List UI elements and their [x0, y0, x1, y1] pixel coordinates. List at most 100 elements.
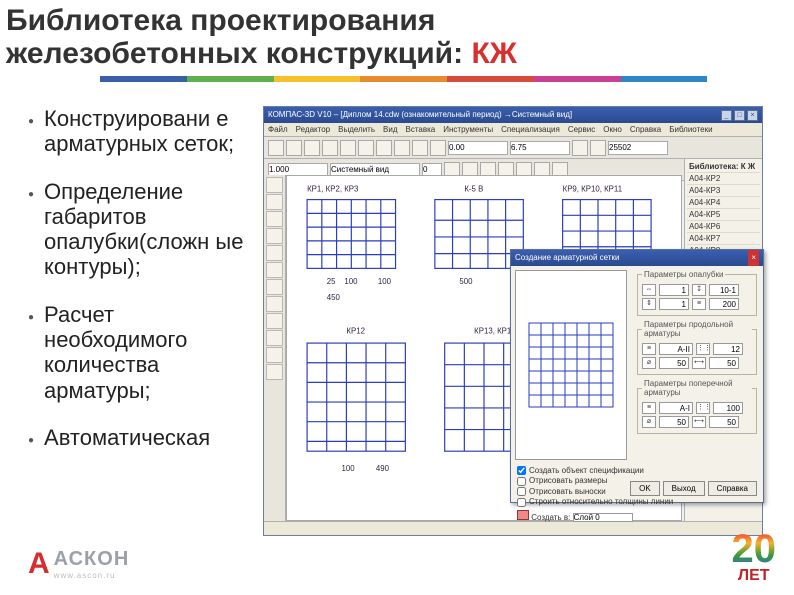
- menu-item[interactable]: Окно: [603, 123, 622, 136]
- cad-window-title: КОМПАС-3D V10 – [Диплом 14.cdw (ознакоми…: [268, 107, 572, 123]
- menu-item[interactable]: Вставка: [406, 123, 436, 136]
- tool-button[interactable]: [266, 228, 283, 244]
- diameter-icon: ⌀: [642, 357, 656, 369]
- param-group-formwork: Параметры опалубки ⇔↧ ⇕≡: [637, 270, 757, 316]
- toolbar-button[interactable]: [394, 140, 410, 156]
- tool-button[interactable]: [266, 296, 283, 312]
- close-icon[interactable]: ×: [747, 110, 758, 121]
- param-input[interactable]: [659, 298, 689, 310]
- menu-item[interactable]: Справка: [630, 123, 661, 136]
- bullet-list: Конструировани е арматурных сеток; Опред…: [28, 106, 263, 536]
- list-item[interactable]: А04-КР4: [687, 197, 760, 209]
- tool-button[interactable]: [266, 313, 283, 329]
- menu-item[interactable]: Выделить: [338, 123, 375, 136]
- dialog-titlebar: Создание арматурной сетки ×: [511, 250, 763, 266]
- param-input[interactable]: [659, 357, 689, 369]
- rebar-grid-dialog[interactable]: Создание арматурной сетки ×: [510, 249, 764, 503]
- dim-icon: ↧: [692, 284, 706, 296]
- title-line1: Библиотека проектирования: [6, 4, 435, 37]
- menu-item[interactable]: Редактор: [296, 123, 330, 136]
- list-item[interactable]: А04-КР5: [687, 209, 760, 221]
- tool-button[interactable]: [266, 262, 283, 278]
- toolbar-button[interactable]: [590, 140, 606, 156]
- param-input[interactable]: [709, 298, 739, 310]
- minimize-icon[interactable]: _: [721, 110, 732, 121]
- param-input[interactable]: [659, 416, 689, 428]
- tool-button[interactable]: [266, 211, 283, 227]
- dim-icon: ≡: [692, 298, 706, 310]
- checkbox[interactable]: [517, 466, 526, 475]
- param-input[interactable]: [709, 284, 739, 296]
- list-item: Определение габаритов опалубки(сложн ые …: [28, 179, 263, 280]
- param-input[interactable]: [659, 284, 689, 296]
- toolbar-button[interactable]: [572, 140, 588, 156]
- param-input[interactable]: [659, 402, 693, 414]
- cad-toolbar-1[interactable]: [264, 137, 762, 159]
- rebar-icon: ≡: [642, 402, 656, 414]
- svg-text:490: 490: [376, 464, 390, 473]
- tool-button[interactable]: [266, 245, 283, 261]
- param-input[interactable]: [659, 343, 693, 355]
- checkbox[interactable]: [517, 477, 526, 486]
- logo-mark: А: [28, 547, 50, 581]
- slide-title: Библиотека проектирования железобетонных…: [0, 0, 794, 70]
- grid-icon: [517, 510, 529, 520]
- toolbar-button[interactable]: [430, 140, 446, 156]
- checkbox[interactable]: [517, 487, 526, 496]
- menu-item[interactable]: Сервис: [568, 123, 595, 136]
- toolbar-button[interactable]: [304, 140, 320, 156]
- list-item[interactable]: А04-КР3: [687, 185, 760, 197]
- title-line2: железобетонных конструкций:: [6, 37, 471, 70]
- maximize-icon[interactable]: □: [734, 110, 745, 121]
- list-item[interactable]: А04-КР6: [687, 221, 760, 233]
- screenshot-area: КОМПАС-3D V10 – [Диплом 14.cdw (ознакоми…: [263, 106, 784, 536]
- list-item[interactable]: А04-КР2: [687, 173, 760, 185]
- tool-button[interactable]: [266, 330, 283, 346]
- toolbar-button[interactable]: [412, 140, 428, 156]
- years-label: ЛЕТ: [732, 567, 777, 585]
- dialog-close-icon[interactable]: ×: [748, 250, 759, 266]
- checkbox[interactable]: [517, 498, 526, 507]
- tool-button[interactable]: [266, 347, 283, 363]
- decor-stripe: [100, 76, 794, 82]
- toolbar-button[interactable]: [340, 140, 356, 156]
- toolbar-button[interactable]: [358, 140, 374, 156]
- tool-button[interactable]: [266, 177, 283, 193]
- toolbar-button[interactable]: [268, 140, 284, 156]
- toolbar-button[interactable]: [286, 140, 302, 156]
- vertical-toolbar[interactable]: [264, 175, 286, 521]
- window-controls[interactable]: _□×: [719, 107, 758, 123]
- coord-field[interactable]: [510, 141, 570, 155]
- menu-item[interactable]: Специализация: [501, 123, 560, 136]
- dim-icon: ⇔: [642, 284, 656, 296]
- offset-icon: ⟷: [692, 357, 706, 369]
- param-input[interactable]: [713, 402, 743, 414]
- drawing-label: КР1, КР2, КР3: [307, 185, 359, 194]
- exit-button[interactable]: Выход: [663, 481, 705, 496]
- param-input[interactable]: [713, 343, 743, 355]
- help-button[interactable]: Справка: [708, 481, 757, 496]
- ok-button[interactable]: OK: [630, 481, 660, 496]
- tool-button[interactable]: [266, 279, 283, 295]
- param-input[interactable]: [709, 416, 739, 428]
- offset-icon: ⟷: [692, 416, 706, 428]
- tool-button[interactable]: [266, 364, 283, 380]
- coord-field[interactable]: [448, 141, 508, 155]
- menu-item[interactable]: Файл: [268, 123, 288, 136]
- menu-item[interactable]: Инструменты: [443, 123, 493, 136]
- toolbar-button[interactable]: [376, 140, 392, 156]
- coord-field[interactable]: [608, 141, 668, 155]
- dim-icon: ⇕: [642, 298, 656, 310]
- layer-select[interactable]: [573, 513, 633, 522]
- menu-item[interactable]: Вид: [383, 123, 397, 136]
- svg-text:100: 100: [344, 277, 358, 286]
- dialog-preview: [515, 270, 627, 460]
- checkbox-row[interactable]: Строить относительно толщины линии: [517, 497, 757, 507]
- checkbox-row[interactable]: Создать объект спецификации: [517, 466, 757, 476]
- list-item[interactable]: А04-КР7: [687, 233, 760, 245]
- param-input[interactable]: [709, 357, 739, 369]
- tool-button[interactable]: [266, 194, 283, 210]
- toolbar-button[interactable]: [322, 140, 338, 156]
- menu-item[interactable]: Библиотеки: [669, 123, 712, 136]
- cad-menubar[interactable]: Файл Редактор Выделить Вид Вставка Инстр…: [264, 123, 762, 137]
